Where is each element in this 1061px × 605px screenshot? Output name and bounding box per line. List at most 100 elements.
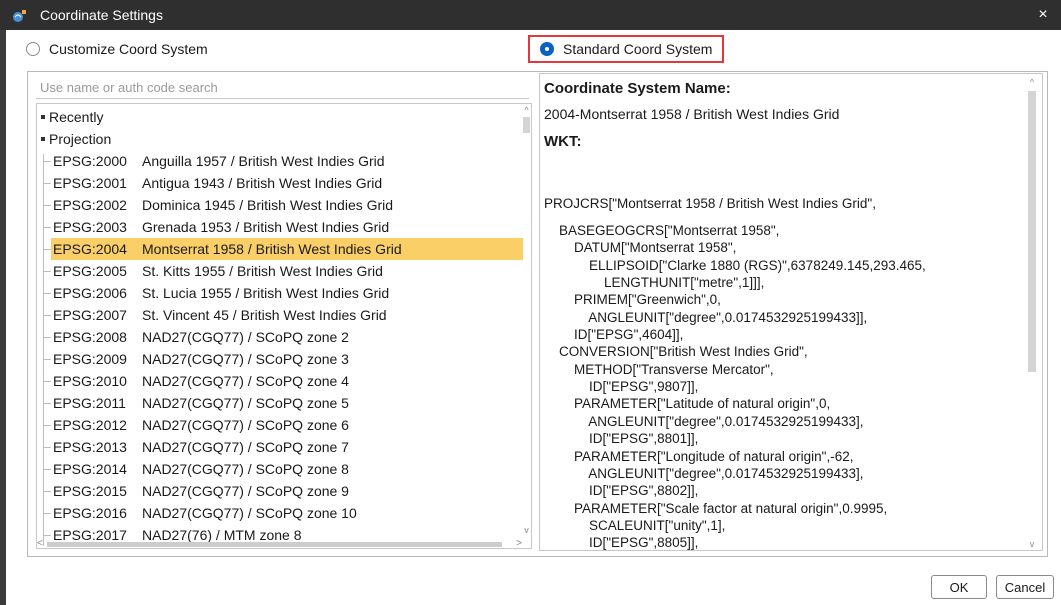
tree-row[interactable]: EPSG:2002 Dominica 1945 / British West In… (37, 194, 531, 216)
tree-connector (43, 161, 51, 162)
tree-horizontal-scrollbar[interactable]: < > (37, 538, 522, 549)
wkt-line: ELLIPSOID["Clarke 1880 (RGS)",6378249.14… (544, 257, 926, 273)
expand-icon[interactable] (41, 137, 45, 141)
row-name: St. Vincent 45 / British West Indies Gri… (142, 307, 387, 323)
tree-row[interactable]: EPSG:2011 NAD27(CGQ77) / SCoPQ zone 5 (37, 392, 531, 414)
row-code: EPSG:2001 (53, 175, 127, 191)
tree-connector (43, 535, 51, 536)
wkt-line: ANGLEUNIT["degree",0.0174532925199433]], (544, 309, 868, 325)
customize-radio[interactable] (26, 42, 40, 56)
tree-connector (43, 425, 51, 426)
wkt-heading: WKT: (544, 133, 582, 150)
row-code: EPSG:2006 (53, 285, 127, 301)
row-name: Montserrat 1958 / British West Indies Gr… (142, 241, 402, 257)
coord-tree[interactable]: Recently Projection EPSG:2000 Anguilla 19… (36, 103, 532, 549)
row-code: EPSG:2007 (53, 307, 127, 323)
scroll-left-icon[interactable]: < (37, 538, 43, 549)
window-edge (0, 30, 6, 605)
row-name: NAD27(CGQ77) / SCoPQ zone 3 (142, 351, 349, 367)
wkt-line: PROJCRS["Montserrat 1958 / British West … (544, 195, 876, 211)
tree-row[interactable]: EPSG:2001 Antigua 1943 / British West Ind… (37, 172, 531, 194)
tree-row[interactable]: EPSG:2007 St. Vincent 45 / British West I… (37, 304, 531, 326)
standard-radio[interactable] (540, 42, 554, 56)
wkt-line: DATUM["Montserrat 1958", (544, 240, 737, 256)
ok-button[interactable]: OK (931, 575, 987, 599)
customize-coord-option[interactable]: Customize Coord System (26, 36, 208, 62)
tree-group-label: Projection (49, 131, 112, 147)
row-name: Grenada 1953 / British West Indies Grid (142, 219, 390, 235)
window-title: Coordinate Settings (40, 7, 163, 23)
row-code: EPSG:2005 (53, 263, 127, 279)
row-code: EPSG:2011 (53, 395, 126, 411)
cancel-button[interactable]: Cancel (996, 575, 1054, 599)
wkt-line: ID["EPSG",9807]], (544, 379, 699, 395)
tree-connector (43, 359, 51, 360)
tree-row[interactable]: EPSG:2014 NAD27(CGQ77) / SCoPQ zone 8 (37, 458, 531, 480)
standard-label: Standard Coord System (563, 41, 713, 57)
collapse-icon[interactable] (41, 115, 45, 119)
row-name: St. Kitts 1955 / British West Indies Gri… (142, 263, 383, 279)
row-name: NAD27(CGQ77) / SCoPQ zone 9 (142, 483, 349, 499)
tree-group-recently[interactable]: Recently (41, 106, 103, 128)
tree-row[interactable]: EPSG:2005 St. Kitts 1955 / British West I… (37, 260, 531, 282)
tree-connector (43, 227, 51, 228)
row-code: EPSG:2002 (53, 197, 127, 213)
wkt-line: ANGLEUNIT["degree",0.0174532925199433], (544, 413, 864, 429)
tree-group-projection[interactable]: Projection (41, 128, 111, 150)
row-code: EPSG:2013 (53, 439, 127, 455)
row-name: Antigua 1943 / British West Indies Grid (142, 175, 383, 191)
wkt-line: ID["EPSG",4604]], (544, 327, 684, 343)
row-code: EPSG:2016 (53, 505, 127, 521)
standard-coord-option[interactable]: Standard Coord System (528, 35, 724, 63)
tree-connector (43, 447, 51, 448)
row-code: EPSG:2015 (53, 483, 127, 499)
scroll-thumb[interactable] (1028, 91, 1036, 372)
scroll-up-icon[interactable]: ^ (522, 105, 531, 115)
tree-connector (43, 315, 51, 316)
wkt-line: PRIMEM["Greenwich",0, (544, 292, 721, 308)
row-code: EPSG:2004 (53, 241, 127, 257)
tree-vertical-scrollbar[interactable]: ^ v (522, 105, 531, 535)
scroll-up-icon[interactable]: ^ (1027, 77, 1037, 87)
search-input[interactable] (36, 77, 529, 99)
wkt-line: PARAMETER["Longitude of natural origin",… (544, 448, 854, 464)
row-name: Anguilla 1957 / British West Indies Grid (142, 153, 385, 169)
coord-name-value: 2004-Montserrat 1958 / British West Indi… (544, 106, 840, 122)
tree-connector (43, 337, 51, 338)
wkt-line: ID["EPSG",8805]], (544, 535, 699, 551)
scroll-down-icon[interactable]: v (1027, 539, 1037, 549)
row-name: NAD27(CGQ77) / SCoPQ zone 7 (142, 439, 349, 455)
tree-row[interactable]: EPSG:2010 NAD27(CGQ77) / SCoPQ zone 4 (37, 370, 531, 392)
tree-row[interactable]: EPSG:2000 Anguilla 1957 / British West In… (37, 150, 531, 172)
tree-row[interactable]: EPSG:2016 NAD27(CGQ77) / SCoPQ zone 10 (37, 502, 531, 524)
row-code: EPSG:2008 (53, 329, 127, 345)
tree-connector (43, 205, 51, 206)
row-name: NAD27(CGQ77) / SCoPQ zone 5 (142, 395, 349, 411)
tree-row[interactable]: EPSG:2013 NAD27(CGQ77) / SCoPQ zone 7 (37, 436, 531, 458)
tree-row[interactable]: EPSG:2015 NAD27(CGQ77) / SCoPQ zone 9 (37, 480, 531, 502)
row-name: NAD27(CGQ77) / SCoPQ zone 6 (142, 417, 349, 433)
tree-row[interactable]: EPSG:2008 NAD27(CGQ77) / SCoPQ zone 2 (37, 326, 531, 348)
coord-name-heading: Coordinate System Name: (544, 80, 731, 97)
tree-row[interactable]: EPSG:2012 NAD27(CGQ77) / SCoPQ zone 6 (37, 414, 531, 436)
close-icon[interactable]: × (1033, 5, 1053, 25)
tree-connector (43, 403, 51, 404)
detail-vertical-scrollbar[interactable]: ^ v (1027, 77, 1037, 549)
tree-connector (43, 513, 51, 514)
tree-row[interactable]: EPSG:2003 Grenada 1953 / British West Ind… (37, 216, 531, 238)
wkt-line: PARAMETER["Latitude of natural origin",0… (544, 396, 831, 412)
wkt-line: BASEGEOGCRS["Montserrat 1958", (544, 223, 780, 239)
scroll-down-icon[interactable]: v (522, 525, 531, 535)
tree-row[interactable]: EPSG:2004 Montserrat 1958 / British West … (37, 238, 531, 260)
tree-group-label: Recently (49, 109, 104, 125)
tree-row[interactable]: EPSG:2006 St. Lucia 1955 / British West I… (37, 282, 531, 304)
tree-connector (43, 293, 51, 294)
tree-connector (43, 249, 51, 250)
app-icon (13, 10, 26, 22)
row-code: EPSG:2000 (53, 153, 127, 169)
row-code: EPSG:2009 (53, 351, 127, 367)
tree-row[interactable]: EPSG:2009 NAD27(CGQ77) / SCoPQ zone 3 (37, 348, 531, 370)
scroll-right-icon[interactable]: > (516, 538, 522, 549)
scroll-thumb[interactable] (47, 542, 502, 547)
scroll-thumb[interactable] (523, 117, 530, 133)
